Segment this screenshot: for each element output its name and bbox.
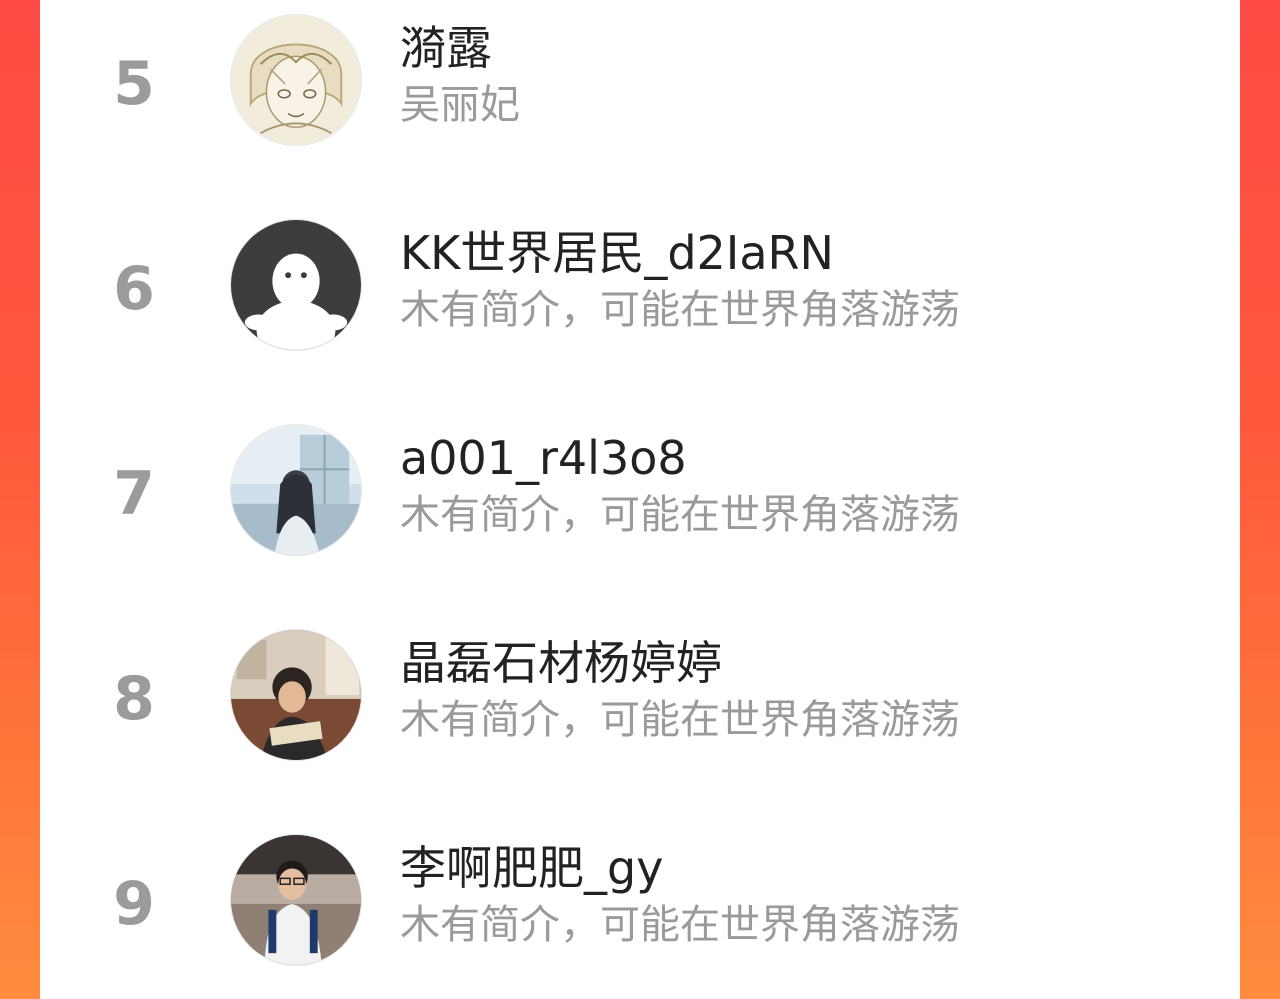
ranking-row[interactable]: 9 李啊肥肥_gy 木有简介，可能在世界角落游荡	[40, 820, 1240, 980]
user-bio: 木有简介，可能在世界角落游荡	[400, 697, 960, 743]
ranking-list-panel: 5 漪露 吴丽妃 6 KK世界居民_d2IaRN 木有简介，可能在世界角落游荡 …	[40, 0, 1240, 999]
rank-number: 6	[113, 254, 155, 324]
avatar[interactable]	[230, 14, 362, 146]
rank-number: 9	[113, 869, 155, 939]
avatar[interactable]	[230, 424, 362, 556]
user-name[interactable]: 晶磊石材杨婷婷	[400, 637, 722, 689]
user-name[interactable]: KK世界居民_d2IaRN	[400, 227, 834, 279]
photo-girl-window-avatar-image	[231, 425, 361, 555]
ranking-row[interactable]: 8 晶磊石材杨婷婷 木有简介，可能在世界角落游荡	[40, 615, 1240, 775]
photo-reading-girl-avatar-image	[231, 630, 361, 760]
user-bio: 木有简介，可能在世界角落游荡	[400, 902, 960, 948]
user-bio: 木有简介，可能在世界角落游荡	[400, 287, 960, 333]
avatar[interactable]	[230, 834, 362, 966]
photo-boy-backpack-avatar-image	[231, 835, 361, 965]
user-name[interactable]: 李啊肥肥_gy	[400, 842, 663, 894]
rank-number: 5	[113, 49, 155, 119]
avatar[interactable]	[230, 219, 362, 351]
sketch-anime-avatar-image	[231, 15, 361, 145]
ranking-row[interactable]: 5 漪露 吴丽妃	[40, 0, 1240, 160]
rank-number: 8	[113, 664, 155, 734]
user-bio: 吴丽妃	[400, 82, 520, 128]
user-name[interactable]: a001_r4l3o8	[400, 432, 687, 484]
user-name[interactable]: 漪露	[400, 22, 492, 74]
user-bio: 木有简介，可能在世界角落游荡	[400, 492, 960, 538]
ranking-row[interactable]: 6 KK世界居民_d2IaRN 木有简介，可能在世界角落游荡	[40, 205, 1240, 365]
ranking-row[interactable]: 7 a001_r4l3o8 木有简介，可能在世界角落游荡	[40, 410, 1240, 570]
rank-number: 7	[113, 459, 155, 529]
default-ghost-avatar-image	[231, 220, 361, 350]
avatar[interactable]	[230, 629, 362, 761]
